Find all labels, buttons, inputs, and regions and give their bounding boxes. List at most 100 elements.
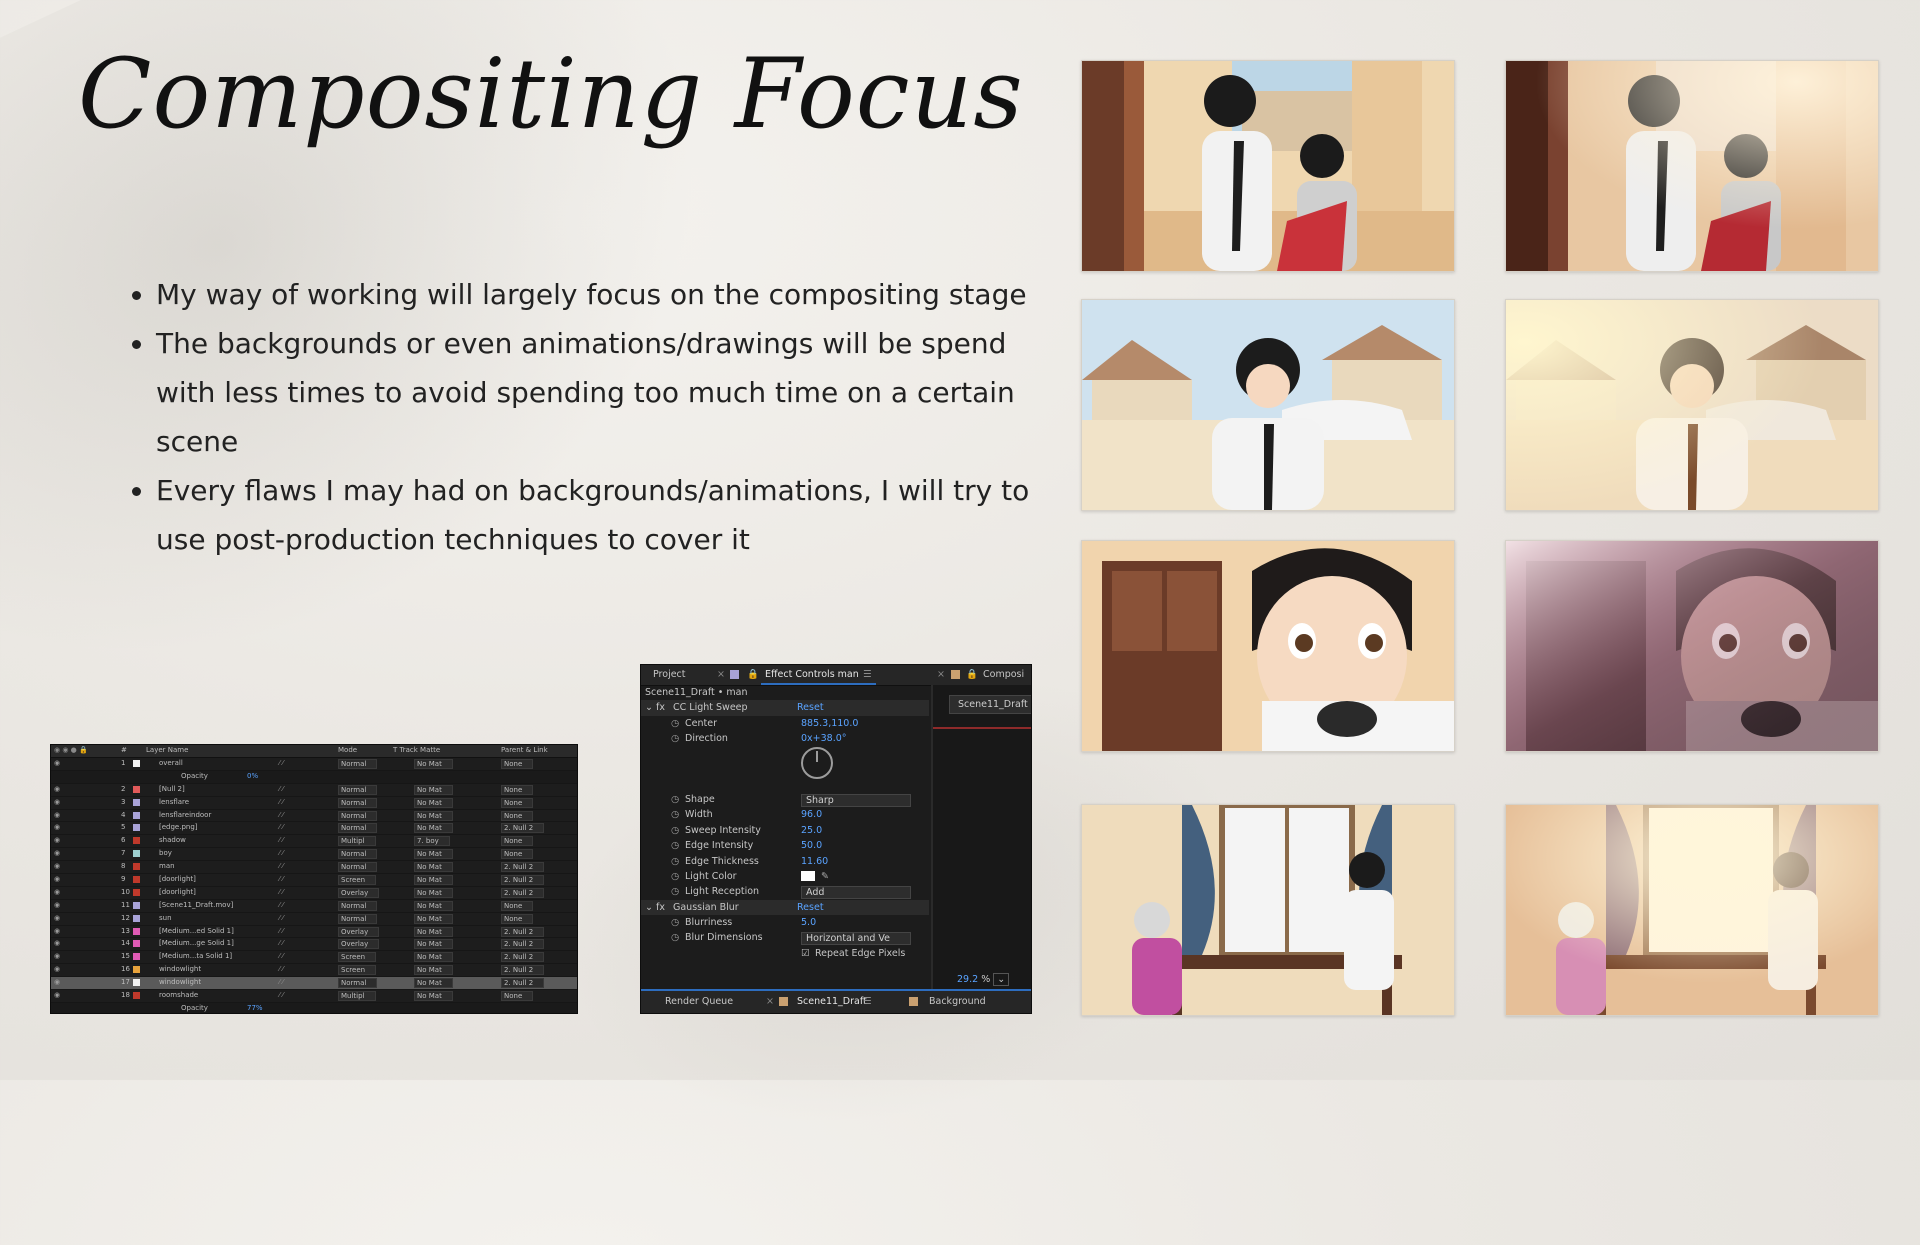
label-color-swatch[interactable] <box>133 760 140 767</box>
effect-property-value[interactable]: 50.0 <box>801 840 822 851</box>
effect-dropdown[interactable]: Sharp <box>801 793 911 807</box>
chevron-down-icon[interactable]: ⌄ fx <box>645 902 665 913</box>
parent-dropdown[interactable]: None <box>501 900 534 911</box>
layer-row[interactable]: ◉ 10 [doorlight] ⁄ ⁄ Overlay No Mat 2. Null 2 <box>51 887 577 900</box>
stopwatch-icon[interactable]: ◷ <box>671 856 679 867</box>
parent-dropdown[interactable]: None <box>501 913 534 924</box>
switches-icon[interactable]: ⁄ ⁄ <box>279 811 284 819</box>
eye-icon[interactable]: ◉ <box>54 888 60 896</box>
effect-property-row[interactable]: ◷ Sweep Intensity 25.0 <box>641 823 929 838</box>
layer-row[interactable]: ◉ 11 [Scene11_Draft.mov] ⁄ ⁄ Normal No Mat Non… <box>51 900 577 913</box>
parent-dropdown[interactable]: 2. Null 2 <box>501 862 545 873</box>
direction-dial[interactable] <box>801 746 833 779</box>
layer-name[interactable]: [doorlight] <box>159 875 279 883</box>
label-color-swatch[interactable] <box>133 824 140 832</box>
layer-name[interactable]: lensflareindoor <box>159 811 279 819</box>
stopwatch-icon[interactable]: ◷ <box>671 794 679 805</box>
label-color-swatch[interactable] <box>133 940 140 948</box>
eye-icon[interactable]: ◉ <box>54 862 60 870</box>
switches-icon[interactable]: ⁄ ⁄ <box>279 978 284 986</box>
blend-mode-dropdown[interactable]: Normal <box>338 900 378 911</box>
menu-icon[interactable]: ☰ <box>863 996 872 1007</box>
track-matte-dropdown[interactable]: 7. boy <box>414 836 450 847</box>
layer-row[interactable]: ◉ 15 [Medium...ta Solid 1] ⁄ ⁄ Screen No Mat 2… <box>51 951 577 965</box>
parent-dropdown[interactable]: None <box>501 784 534 795</box>
track-matte-dropdown[interactable]: No Mat <box>414 875 453 886</box>
effect-property-value[interactable]: 25.0 <box>801 825 822 836</box>
parent-dropdown[interactable]: None <box>501 849 534 860</box>
color-swatch[interactable] <box>801 870 815 881</box>
switches-icon[interactable]: ⁄ ⁄ <box>279 836 284 844</box>
comp-name-button[interactable]: Scene11_Draft <box>949 695 1031 714</box>
track-matte-dropdown[interactable]: No Mat <box>414 849 453 860</box>
eye-icon[interactable]: ◉ <box>54 927 60 935</box>
layer-name[interactable]: Opacity <box>181 1004 301 1012</box>
effect-property-row[interactable]: ◷ Blur Dimensions Horizontal and Ve <box>641 930 929 946</box>
layer-row[interactable]: ◉ 16 windowlight ⁄ ⁄ Screen No Mat 2. Null 2 <box>51 964 577 978</box>
effect-property-value[interactable]: 0x+38.0° <box>801 733 847 744</box>
label-color-swatch[interactable] <box>133 876 140 884</box>
layer-name[interactable]: shadow <box>159 836 279 844</box>
tab-project[interactable]: Project <box>653 669 686 680</box>
eye-icon[interactable]: ◉ <box>54 952 60 960</box>
layer-row[interactable]: ◉ 18 roomshade ⁄ ⁄ Multipl No Mat None <box>51 990 577 1003</box>
parent-dropdown[interactable]: 2. Null 2 <box>501 978 545 989</box>
track-matte-dropdown[interactable]: No Mat <box>414 823 453 834</box>
parent-dropdown[interactable]: 2. Null 2 <box>501 952 545 963</box>
label-color-swatch[interactable] <box>133 837 140 845</box>
reset-link[interactable]: Reset <box>797 902 824 913</box>
layer-row[interactable]: ◉ 4 lensflareindoor ⁄ ⁄ Normal No Mat None <box>51 810 577 823</box>
layer-name[interactable]: [Scene11_Draft.mov] <box>159 901 279 909</box>
label-color-swatch[interactable] <box>133 863 140 871</box>
layer-row[interactable]: ◉ 14 [Medium...ge Solid 1] ⁄ ⁄ Overlay No Mat… <box>51 938 577 952</box>
effect-property-row[interactable]: ◷ Edge Intensity 50.0 <box>641 838 929 853</box>
layer-property-row[interactable]: Opacity 77% <box>51 1002 577 1013</box>
lock-icon[interactable]: 🔒 <box>966 669 978 680</box>
parent-dropdown[interactable]: 2. Null 2 <box>501 887 545 898</box>
layer-name[interactable]: boy <box>159 849 279 857</box>
track-matte-dropdown[interactable]: No Mat <box>414 784 453 795</box>
effect-dropdown[interactable]: Horizontal and Ve <box>801 932 911 946</box>
layer-name[interactable]: roomshade <box>159 991 279 999</box>
blend-mode-dropdown[interactable]: Normal <box>338 759 378 769</box>
lock-icon[interactable]: 🔒 <box>747 669 759 680</box>
layer-name[interactable]: [Medium...ta Solid 1] <box>159 952 279 960</box>
blend-mode-dropdown[interactable]: Overlay <box>338 939 380 950</box>
tab-effect-controls[interactable]: Effect Controls man <box>765 669 859 680</box>
layer-row[interactable]: ◉ 1 overall ⁄ ⁄ Normal No Mat None <box>51 758 577 771</box>
track-matte-dropdown[interactable]: No Mat <box>414 978 453 989</box>
switches-icon[interactable]: ⁄ ⁄ <box>279 759 284 767</box>
effect-property-value[interactable]: 885.3,110.0 <box>801 718 858 729</box>
layer-name[interactable]: [edge.png] <box>159 823 279 831</box>
label-color-swatch[interactable] <box>133 785 140 793</box>
switches-icon[interactable]: ⁄ ⁄ <box>279 939 284 947</box>
switches-icon[interactable]: ⁄ ⁄ <box>279 901 284 909</box>
switches-icon[interactable]: ⁄ ⁄ <box>279 888 284 896</box>
effect-section-row[interactable]: ⌄ fx Gaussian Blur Reset <box>641 899 929 916</box>
stopwatch-icon[interactable]: ◷ <box>671 932 679 943</box>
effect-property-row[interactable] <box>641 777 929 792</box>
label-color-swatch[interactable] <box>133 811 140 819</box>
blend-mode-dropdown[interactable]: Overlay <box>338 887 380 898</box>
layer-name[interactable]: lensflare <box>159 798 279 806</box>
track-matte-dropdown[interactable]: No Mat <box>414 913 453 924</box>
eye-icon[interactable]: ◉ <box>54 901 60 909</box>
parent-dropdown[interactable]: None <box>501 810 534 821</box>
reset-link[interactable]: Reset <box>797 702 824 713</box>
track-matte-dropdown[interactable]: No Mat <box>414 810 453 821</box>
layer-row[interactable]: ◉ 6 shadow ⁄ ⁄ Multipl 7. boy None <box>51 835 577 849</box>
menu-icon[interactable]: ☰ <box>863 669 872 680</box>
effect-property-row[interactable]: ◷ Direction 0x+38.0° <box>641 731 929 746</box>
stopwatch-icon[interactable]: ◷ <box>671 718 679 729</box>
tab-render-queue[interactable]: Render Queue <box>665 996 733 1007</box>
tab-composition[interactable]: Composi <box>983 669 1024 680</box>
effect-property-row[interactable]: ◷ Light Reception Add <box>641 884 929 900</box>
tab-scene11-draft[interactable]: Scene11_Draft <box>797 996 867 1007</box>
track-matte-dropdown[interactable]: No Mat <box>414 939 453 950</box>
eye-icon[interactable]: ◉ <box>54 849 60 857</box>
layer-property-row[interactable]: Opacity 0% <box>51 770 577 784</box>
eye-icon[interactable]: ◉ <box>54 785 60 793</box>
layer-name[interactable]: [Medium...ed Solid 1] <box>159 927 279 935</box>
effect-property-row[interactable] <box>641 746 929 779</box>
layer-row[interactable]: ◉ 2 [Null 2] ⁄ ⁄ Normal No Mat None <box>51 784 577 797</box>
